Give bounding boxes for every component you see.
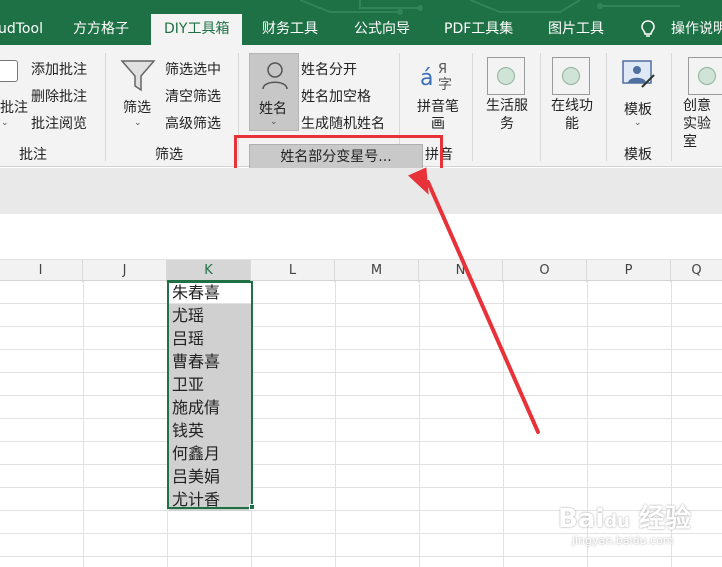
baidu-watermark-logo: Baidu 经验 <box>558 504 692 534</box>
baidu-watermark-url: jingyan.baidu.com <box>572 534 674 547</box>
red-arrow-annotation <box>408 167 540 434</box>
